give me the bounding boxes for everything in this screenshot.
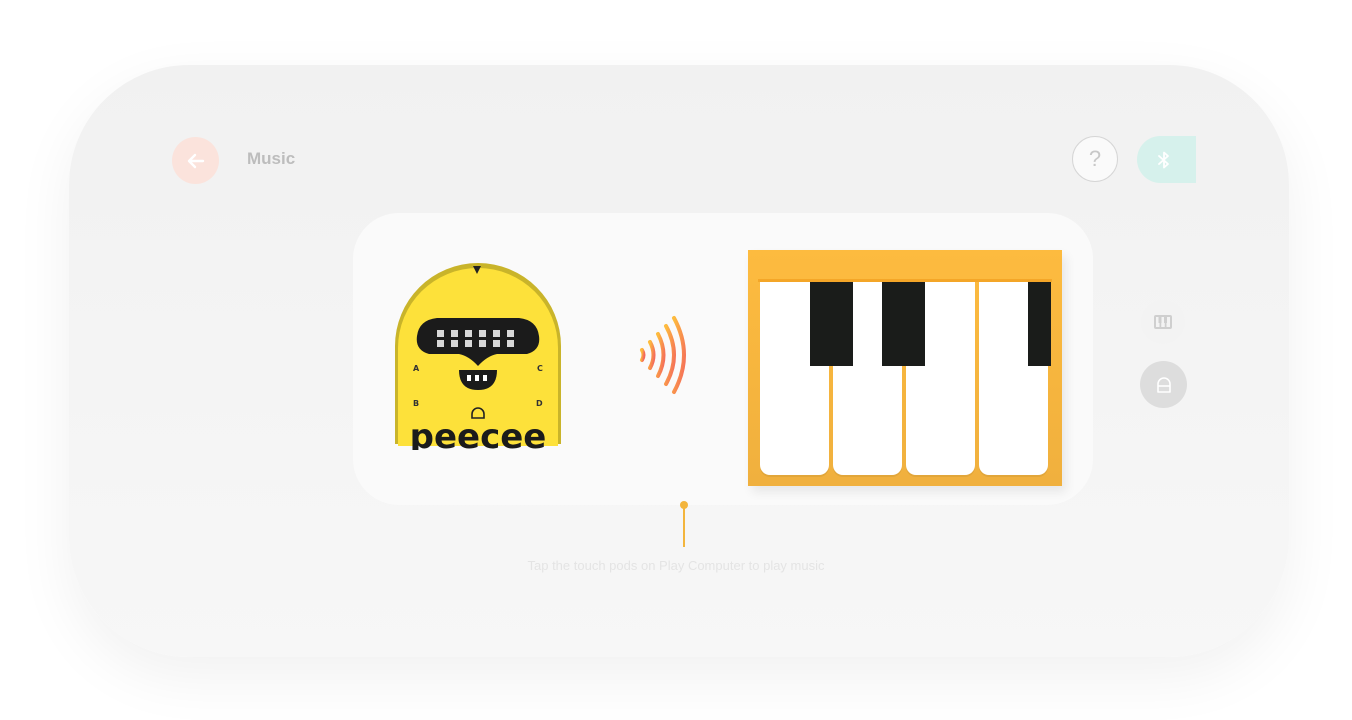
help-button[interactable]: ?	[1072, 136, 1118, 182]
pad-label-d: D	[536, 399, 543, 408]
instruction-text: Tap the touch pods on Play Computer to p…	[0, 558, 1352, 573]
piano-mode-button[interactable]	[1141, 300, 1185, 344]
back-button[interactable]	[172, 137, 219, 184]
pad-label-b: B	[413, 399, 419, 408]
drum-icon	[1156, 376, 1171, 393]
piano-black-key[interactable]	[810, 282, 853, 366]
piano-black-key[interactable]	[1028, 282, 1051, 366]
question-icon: ?	[1088, 146, 1102, 171]
piano-icon	[1154, 315, 1172, 329]
pad-label-c: C	[537, 364, 543, 373]
bluetooth-icon	[1157, 151, 1169, 168]
piano-keyboard	[748, 250, 1062, 486]
robot-brand-text: peecee	[410, 417, 547, 450]
hint-pointer-line	[683, 507, 685, 547]
drum-mode-button[interactable]	[1140, 361, 1187, 408]
arrow-left-icon	[187, 153, 204, 168]
instruction-label: Tap the touch pods on Play Computer to p…	[527, 558, 825, 573]
bluetooth-button[interactable]	[1137, 136, 1196, 183]
page-title: Music	[247, 149, 296, 168]
piano-black-key[interactable]	[882, 282, 925, 366]
play-computer-robot: A C B D peecee	[395, 263, 561, 450]
app-screen: Music ? A C B D peecee Tap the touch pod…	[0, 0, 1352, 720]
sound-wave-icon	[640, 316, 686, 394]
pad-label-a: A	[413, 364, 420, 373]
